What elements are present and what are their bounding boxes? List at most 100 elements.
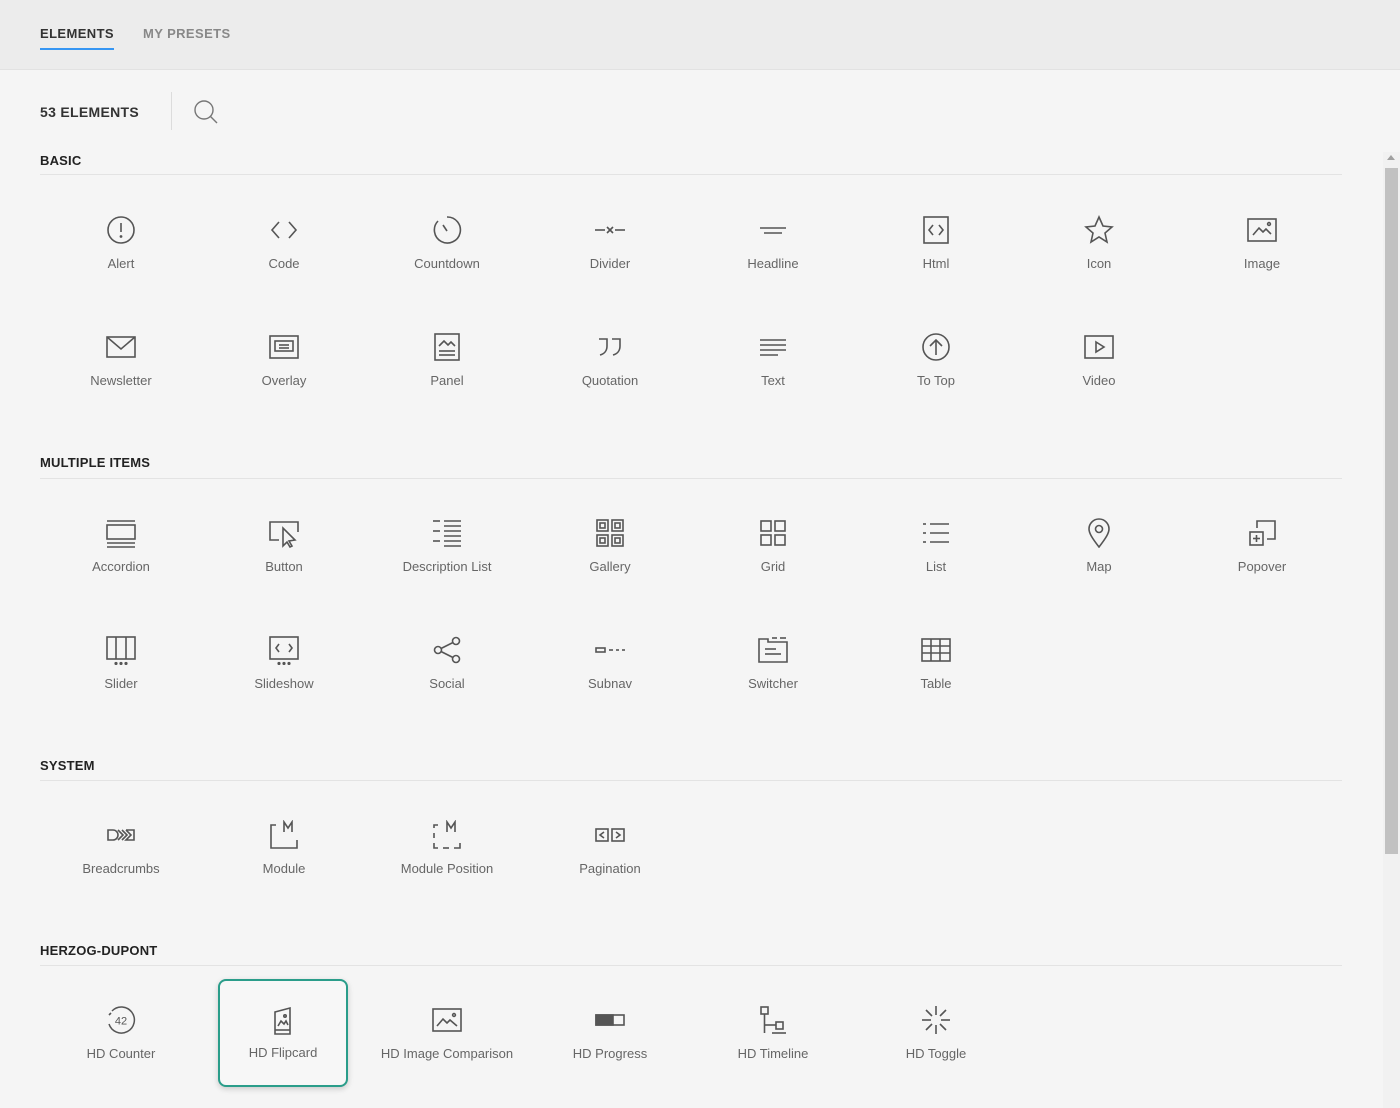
panel-icon [434,333,460,361]
element-alert[interactable]: Alert [46,195,196,290]
element-hd-counter[interactable]: 42 HD Counter [46,985,196,1080]
image-comparison-icon [432,1008,462,1032]
element-label: Slideshow [254,676,314,691]
headline-icon [760,227,786,234]
flipcard-icon [274,1006,291,1035]
element-panel[interactable]: Panel [372,312,522,407]
element-label: Module Position [400,861,494,876]
scroll-up-icon[interactable] [1387,155,1395,160]
element-label: Description List [402,559,492,574]
element-label: Grid [760,559,786,574]
element-switcher[interactable]: Switcher [698,615,848,710]
section-divider [40,478,1342,479]
overlay-icon [269,335,299,359]
element-breadcrumbs[interactable]: Breadcrumbs [46,800,196,895]
element-description-list[interactable]: Description List [372,498,522,593]
search-button[interactable] [192,98,220,126]
element-label: Switcher [748,676,798,691]
element-pagination[interactable]: Pagination [535,800,685,895]
element-grid[interactable]: Grid [698,498,848,593]
element-label: Text [761,373,785,388]
element-module[interactable]: Module [209,800,359,895]
button-icon [269,521,299,548]
element-table[interactable]: Table [861,615,1011,710]
html-icon [923,216,949,244]
counter-icon: 42 [108,1006,136,1034]
element-video[interactable]: Video [1024,312,1174,407]
element-icon[interactable]: Icon [1024,195,1174,290]
element-label: Newsletter [90,373,152,388]
accordion-icon [106,520,136,548]
switcher-icon [758,637,788,663]
element-hd-timeline[interactable]: HD Timeline [698,985,848,1080]
share-icon [433,636,461,664]
element-hd-toggle[interactable]: HD Toggle [861,985,1011,1080]
element-text[interactable]: Text [698,312,848,407]
element-label: Divider [589,256,631,271]
element-countdown[interactable]: Countdown [372,195,522,290]
element-headline[interactable]: Headline [698,195,848,290]
scrollbar-thumb[interactable] [1385,168,1398,854]
divider [171,92,172,130]
element-label: Countdown [414,256,480,271]
section-divider [40,780,1342,781]
element-slideshow[interactable]: Slideshow [209,615,359,710]
table-icon [921,638,951,662]
element-image[interactable]: Image [1187,195,1337,290]
tab-elements[interactable]: ELEMENTS [40,26,114,50]
element-divider[interactable]: Divider [535,195,685,290]
element-to-top[interactable]: To Top [861,312,1011,407]
element-subnav[interactable]: Subnav [535,615,685,710]
element-label: List [925,559,947,574]
list-icon [923,523,949,543]
element-list[interactable]: List [861,498,1011,593]
alert-icon [107,216,135,244]
element-popover[interactable]: Popover [1187,498,1337,593]
element-html[interactable]: Html [861,195,1011,290]
element-label: HD Counter [86,1046,156,1061]
section-title-multiple-items: MULTIPLE ITEMS [40,455,151,470]
image-icon [1247,218,1277,242]
element-label: Icon [1086,256,1112,271]
section-divider [40,965,1342,966]
element-label: HD Flipcard [248,1045,318,1060]
counter-number: 42 [115,1016,127,1028]
tab-my-presets[interactable]: MY PRESETS [143,26,231,41]
element-label: Code [268,256,300,271]
element-accordion[interactable]: Accordion [46,498,196,593]
section-title-basic: BASIC [40,153,82,168]
element-label: Slider [104,676,138,691]
element-social[interactable]: Social [372,615,522,710]
element-button[interactable]: Button [209,498,359,593]
timeline-icon [760,1006,786,1034]
element-module-position[interactable]: Module Position [372,800,522,895]
element-hd-flipcard[interactable]: HD Flipcard [218,979,348,1087]
description-list-icon [433,520,461,547]
progress-icon [595,1014,625,1026]
element-newsletter[interactable]: Newsletter [46,312,196,407]
element-label: Alert [107,256,135,271]
element-quotation[interactable]: Quotation [535,312,685,407]
section-title-system: SYSTEM [40,758,95,773]
element-label: Quotation [581,373,639,388]
element-label: Overlay [261,373,307,388]
search-icon [194,100,218,124]
element-map[interactable]: Map [1024,498,1174,593]
module-position-icon [433,820,461,849]
element-code[interactable]: Code [209,195,359,290]
section-title-herzog-dupont: HERZOG-DUPONT [40,943,158,958]
element-slider[interactable]: Slider [46,615,196,710]
element-label: Module [262,861,306,876]
text-icon [760,339,786,356]
slider-icon [106,636,136,665]
element-gallery[interactable]: Gallery [535,498,685,593]
element-hd-progress[interactable]: HD Progress [535,985,685,1080]
star-icon [1084,215,1114,244]
element-hd-image-comparison[interactable]: HD Image Comparison [372,985,522,1080]
element-label: Button [265,559,303,574]
element-label: Popover [1237,559,1287,574]
element-label: Accordion [92,559,150,574]
element-overlay[interactable]: Overlay [209,312,359,407]
top-bar: ELEMENTS MY PRESETS [0,0,1400,70]
section-divider [40,174,1342,175]
